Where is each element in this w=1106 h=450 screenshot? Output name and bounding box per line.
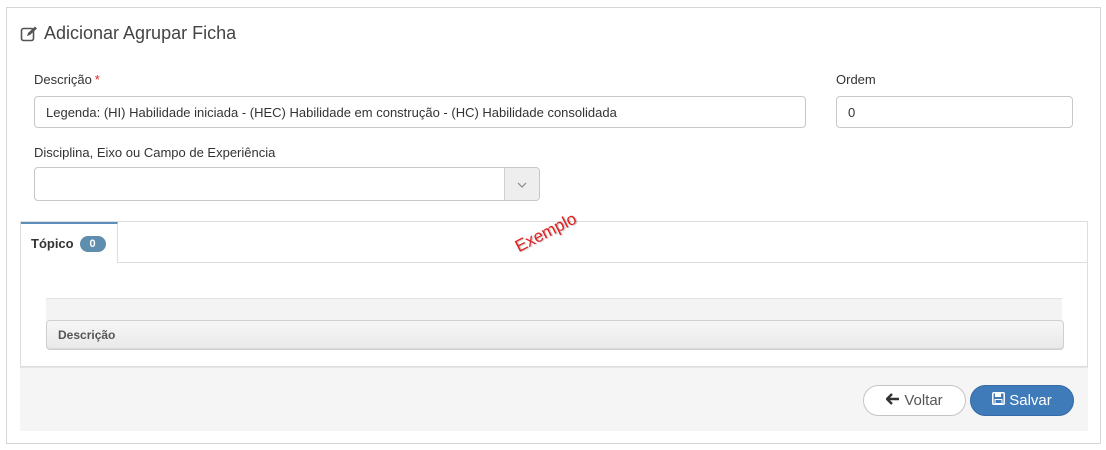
form-panel: Adicionar Agrupar Ficha Descrição * Legen… [6,7,1101,444]
ordem-value: 0 [848,104,856,120]
save-button[interactable]: Salvar [970,385,1074,416]
descricao-input[interactable]: Legenda: (HI) Habilidade iniciada - (HEC… [34,96,806,128]
page-title: Adicionar Agrupar Ficha [20,23,236,44]
select-toggle-button[interactable] [504,168,539,200]
tab-topico[interactable]: Tópico 0 [21,222,118,265]
chevron-down-icon [517,175,527,193]
edit-icon [20,25,38,43]
floppy-disk-icon [992,392,1006,409]
tabs-container: Tópico 0 Descrição [20,221,1088,367]
tab-topico-label: Tópico [31,236,74,251]
count-badge: 0 [79,235,106,252]
form-footer: Voltar Salvar [20,367,1088,431]
column-header-descricao[interactable]: Descrição [58,321,115,349]
back-button-label: Voltar [904,392,943,409]
grid-header: Descrição [46,320,1064,350]
descricao-value: Legenda: (HI) Habilidade iniciada - (HEC… [46,104,617,120]
ordem-input[interactable]: 0 [836,96,1073,128]
page-title-text: Adicionar Agrupar Ficha [44,23,237,43]
arrow-left-icon [886,392,900,409]
save-button-label: Salvar [1009,392,1052,409]
ordem-label: Ordem [836,72,876,87]
descricao-label: Descrição * [34,72,100,87]
grid-toolbar [46,298,1062,322]
required-mark: * [94,72,100,87]
descricao-label-text: Descrição [34,72,92,87]
back-button[interactable]: Voltar [863,385,966,416]
disciplina-label: Disciplina, Eixo ou Campo de Experiência [34,145,276,160]
disciplina-select[interactable] [34,167,540,201]
